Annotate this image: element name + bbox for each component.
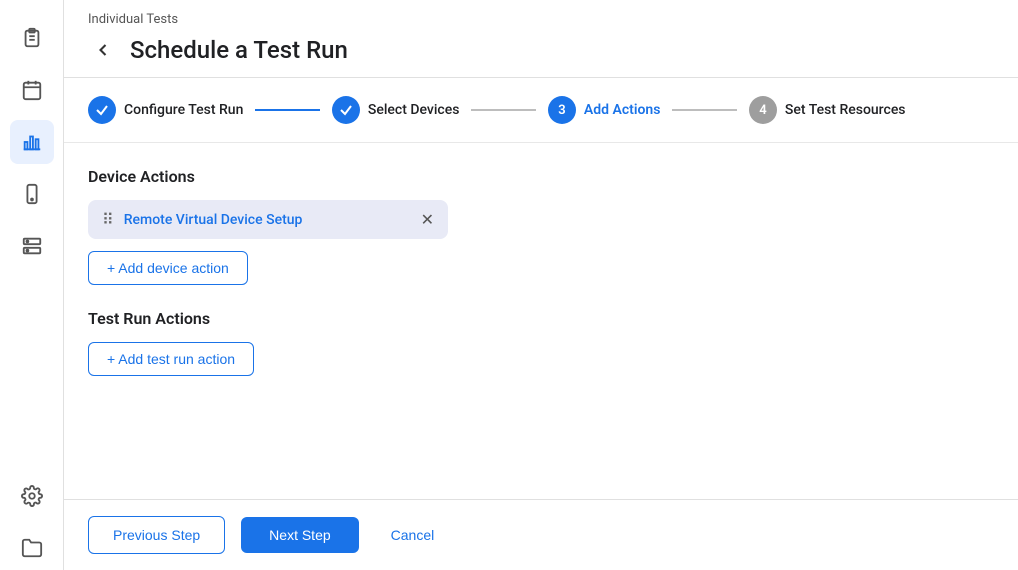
breadcrumb: Individual Tests [88, 12, 994, 27]
step-1-circle [88, 96, 116, 124]
content-area: Device Actions ⠿ Remote Virtual Device S… [64, 143, 1018, 499]
sidebar-item-calendar[interactable] [10, 68, 54, 112]
chip-close-button[interactable]: ✕ [421, 212, 434, 228]
sidebar-item-device[interactable] [10, 172, 54, 216]
next-step-button[interactable]: Next Step [241, 517, 358, 553]
stepper: Configure Test Run Select Devices 3 Add … [64, 78, 1018, 143]
step-2-circle [332, 96, 360, 124]
sidebar [0, 0, 64, 570]
back-button[interactable] [88, 35, 118, 65]
device-action-chip: ⠿ Remote Virtual Device Setup ✕ [88, 200, 448, 239]
step-4-label: Set Test Resources [785, 102, 906, 118]
test-run-actions-title: Test Run Actions [88, 309, 994, 328]
page-title: Schedule a Test Run [130, 36, 348, 64]
calendar-icon [21, 79, 43, 101]
step-set-resources: 4 Set Test Resources [749, 96, 906, 124]
chip-label: Remote Virtual Device Setup [124, 212, 411, 228]
title-row: Schedule a Test Run [88, 35, 994, 77]
device-actions-section: Device Actions ⠿ Remote Virtual Device S… [88, 167, 994, 285]
add-device-action-button[interactable]: + Add device action [88, 251, 248, 285]
connector-3 [672, 109, 736, 111]
step-select-devices: Select Devices [332, 96, 460, 124]
chart-icon [21, 131, 43, 153]
header: Individual Tests Schedule a Test Run [64, 0, 1018, 78]
connector-2 [471, 109, 535, 111]
sidebar-item-server[interactable] [10, 224, 54, 268]
check-icon [95, 103, 109, 117]
step-3-label: Add Actions [584, 102, 661, 118]
check-icon-2 [339, 103, 353, 117]
settings-icon [21, 485, 43, 507]
device-icon [21, 183, 43, 205]
folder-icon [21, 537, 43, 559]
step-configure: Configure Test Run [88, 96, 243, 124]
step-3-number: 3 [558, 103, 565, 118]
server-icon [21, 235, 43, 257]
cancel-button[interactable]: Cancel [375, 517, 451, 553]
sidebar-item-clipboard[interactable] [10, 16, 54, 60]
footer: Previous Step Next Step Cancel [64, 499, 1018, 570]
sidebar-item-chart[interactable] [10, 120, 54, 164]
previous-step-button[interactable]: Previous Step [88, 516, 225, 554]
add-test-run-action-button[interactable]: + Add test run action [88, 342, 254, 376]
back-arrow-icon [93, 40, 113, 60]
device-actions-title: Device Actions [88, 167, 994, 186]
step-1-label: Configure Test Run [124, 102, 243, 118]
connector-1 [255, 109, 319, 111]
step-add-actions: 3 Add Actions [548, 96, 661, 124]
sidebar-item-settings[interactable] [10, 474, 54, 518]
step-2-label: Select Devices [368, 102, 460, 118]
step-4-circle: 4 [749, 96, 777, 124]
step-4-number: 4 [759, 103, 766, 118]
main-content: Individual Tests Schedule a Test Run Con… [64, 0, 1018, 570]
step-3-circle: 3 [548, 96, 576, 124]
clipboard-icon [21, 27, 43, 49]
drag-handle-icon[interactable]: ⠿ [102, 210, 114, 229]
test-run-actions-section: Test Run Actions + Add test run action [88, 309, 994, 376]
sidebar-item-folder[interactable] [10, 526, 54, 570]
